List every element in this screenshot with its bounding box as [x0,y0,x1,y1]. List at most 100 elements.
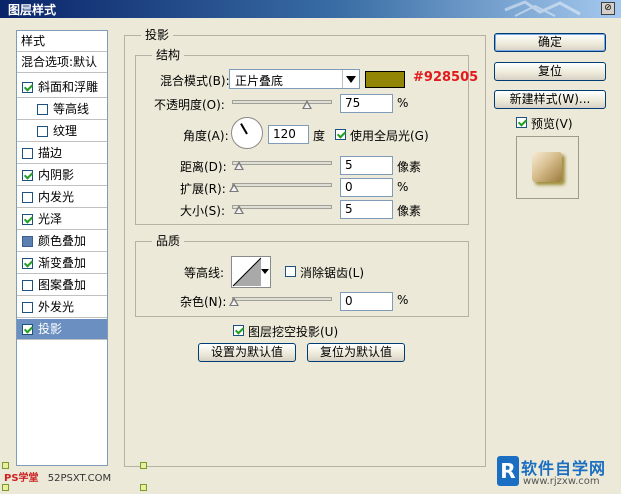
bevel-emboss-checkbox[interactable] [22,82,33,93]
pattern-overlay-label: 图案叠加 [38,278,87,292]
anti-alias-label: 消除锯齿(L) [300,266,365,280]
global-light-label: 使用全局光(G) [350,129,429,143]
style-item-stroke[interactable]: 描边 [17,143,107,164]
distance-slider-thumb[interactable] [234,161,244,170]
window-title: 图层样式 [8,3,57,17]
opacity-input[interactable]: 75 [340,94,393,113]
noise-slider-track[interactable] [232,297,332,301]
angle-input[interactable]: 120 [268,125,309,144]
drop-shadow-checkbox[interactable] [22,324,33,335]
style-item-bevel-emboss[interactable]: 斜面和浮雕 [17,77,107,98]
blend-mode-dropdown[interactable]: 正片叠底 [229,69,360,89]
styles-list: 样式 混合选项:默认 斜面和浮雕 等高线 纹理 描边 内阴影 内发光 光泽 颜色… [16,30,108,466]
corner-marker-icon [140,484,147,491]
outer-glow-checkbox[interactable] [22,302,33,313]
outer-glow-label: 外发光 [38,300,75,314]
contour-curve-icon [232,257,262,287]
stroke-checkbox[interactable] [22,148,33,159]
size-input[interactable]: 5 [340,200,393,219]
style-item-texture[interactable]: 纹理 [17,121,107,142]
size-slider-track[interactable] [232,205,332,209]
watermark-brand: PS学堂 [4,473,39,484]
style-item-gradient-overlay[interactable]: 渐变叠加 [17,253,107,274]
drop-shadow-title: 投影 [141,26,174,43]
quality-title: 品质 [152,232,185,249]
watermark-url: 52PSXT.COM [47,473,112,484]
color-overlay-checkbox[interactable] [22,236,33,247]
preview-swatch [532,152,562,182]
preview-checkbox[interactable] [516,117,527,128]
bevel-emboss-label: 斜面和浮雕 [38,80,99,94]
spread-input[interactable]: 0 [340,178,393,197]
corner-marker-icon [140,462,147,469]
spread-slider-track[interactable] [232,183,332,187]
close-button[interactable]: ⊘ [601,2,615,15]
inner-shadow-label: 内阴影 [38,168,75,182]
blend-mode-value: 正片叠底 [235,74,284,88]
ok-button[interactable]: 确定 [494,33,606,52]
style-item-pattern-overlay[interactable]: 图案叠加 [17,275,107,296]
style-item-satin[interactable]: 光泽 [17,209,107,230]
make-default-button[interactable]: 设置为默认值 [198,343,296,362]
watermark-right: R 软件自学网 www.rjzxw.com [497,455,618,491]
distance-input[interactable]: 5 [340,156,393,175]
contour-dropdown-arrow-icon [261,269,269,274]
inner-glow-label: 内发光 [38,190,75,204]
noise-slider-thumb[interactable] [229,297,239,306]
new-style-button[interactable]: 新建样式(W)... [494,90,606,109]
color-hex-annotation: #928505 [413,70,479,85]
opacity-slider-track[interactable] [232,100,332,104]
reset-button[interactable]: 复位 [494,62,606,81]
noise-label: 杂色(N): [180,295,227,309]
style-preview-thumbnail [516,136,579,199]
pattern-overlay-checkbox[interactable] [22,280,33,291]
satin-checkbox[interactable] [22,214,33,225]
inner-glow-checkbox[interactable] [22,192,33,203]
noise-unit: % [397,293,409,307]
size-slider-thumb[interactable] [234,205,244,214]
noise-input[interactable]: 0 [340,292,393,311]
blend-options-item[interactable]: 混合选项:默认 [17,52,107,73]
spread-label: 扩展(R): [180,182,226,196]
size-unit: 像素 [397,204,422,218]
watermark-left: PS学堂 52PSXT.COM [4,469,111,484]
style-item-inner-glow[interactable]: 内发光 [17,187,107,208]
distance-label: 距离(D): [180,160,227,174]
shadow-color-swatch[interactable] [365,71,405,88]
global-light-checkbox[interactable] [335,129,346,140]
distance-unit: 像素 [397,160,422,174]
style-item-inner-shadow[interactable]: 内阴影 [17,165,107,186]
chevron-down-icon [342,70,359,88]
contour-checkbox[interactable] [37,104,48,115]
satin-label: 光泽 [38,212,63,226]
knockout-checkbox[interactable] [233,325,244,336]
angle-needle [240,123,248,135]
stroke-label: 描边 [38,146,63,160]
blend-mode-label: 混合模式(B): [160,74,230,88]
size-label: 大小(S): [180,204,226,218]
texture-checkbox[interactable] [37,126,48,137]
gradient-overlay-checkbox[interactable] [22,258,33,269]
style-item-outer-glow[interactable]: 外发光 [17,297,107,318]
style-item-drop-shadow[interactable]: 投影 [17,319,107,340]
inner-shadow-checkbox[interactable] [22,170,33,181]
angle-dial[interactable] [231,117,263,149]
reset-default-button[interactable]: 复位为默认值 [307,343,405,362]
opacity-unit: % [397,96,409,110]
spread-unit: % [397,180,409,194]
preview-label: 预览(V) [531,117,573,131]
style-item-contour[interactable]: 等高线 [17,99,107,120]
distance-slider-track[interactable] [232,161,332,165]
opacity-slider-thumb[interactable] [302,100,312,109]
site-logo-icon: R [497,456,519,486]
angle-unit: 度 [313,129,326,143]
contour-picker[interactable] [231,256,271,288]
texture-label: 纹理 [53,124,78,138]
contour-label: 等高线: [184,266,225,280]
spread-slider-thumb[interactable] [229,183,239,192]
knockout-label: 图层挖空投影(U) [248,325,339,339]
style-item-color-overlay[interactable]: 颜色叠加 [17,231,107,252]
opacity-label: 不透明度(O): [154,98,225,112]
styles-header[interactable]: 样式 [17,31,107,52]
anti-alias-checkbox[interactable] [285,266,296,277]
